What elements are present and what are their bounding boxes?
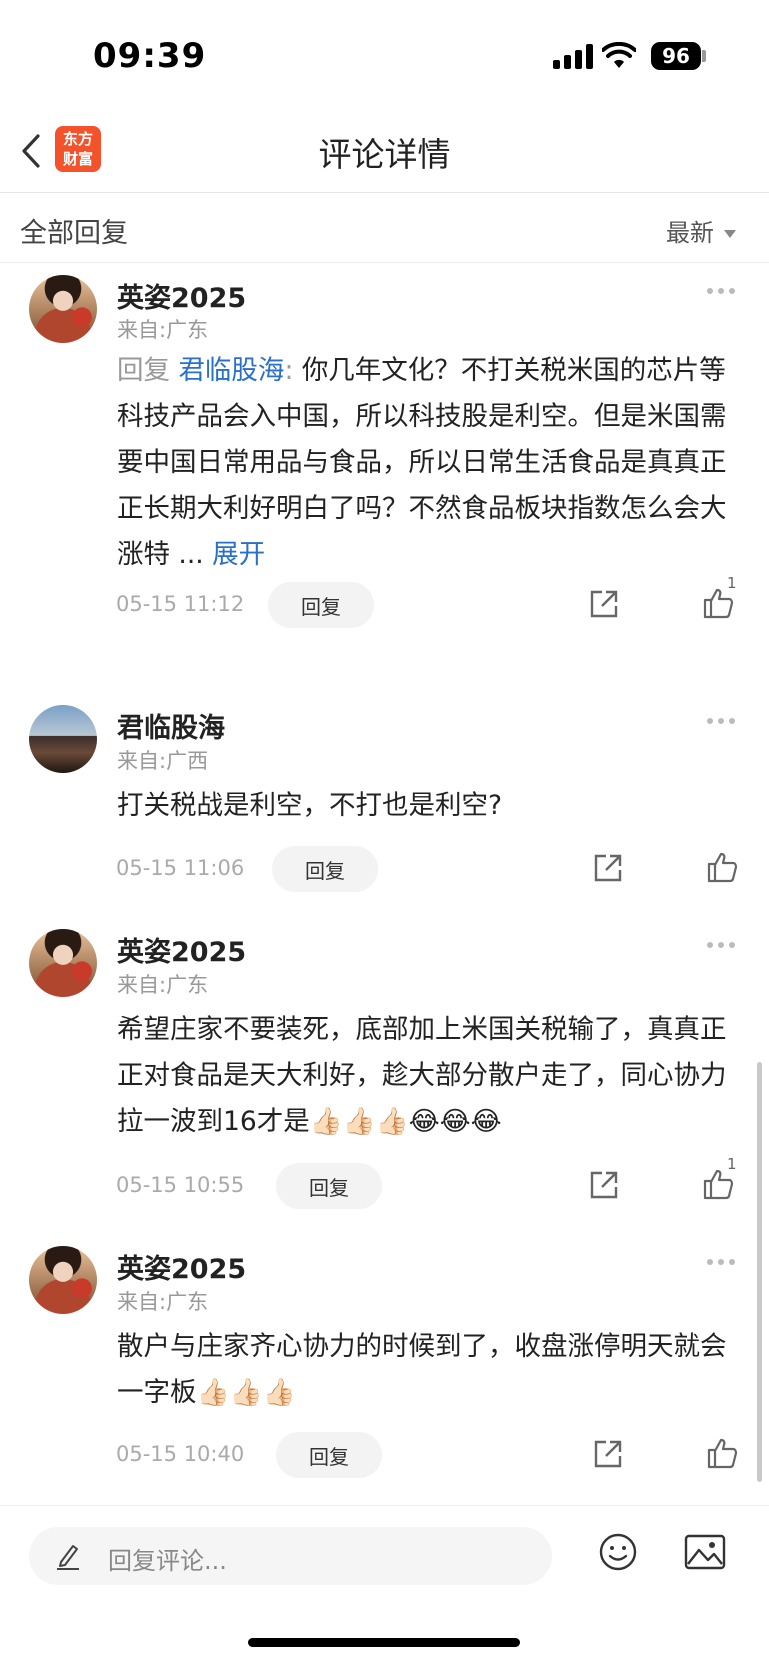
chevron-left-icon[interactable] — [18, 128, 48, 174]
avatar[interactable] — [29, 929, 97, 997]
separator: : — [284, 355, 294, 386]
more-icon[interactable] — [707, 1259, 735, 1265]
sort-label: 最新 — [666, 219, 714, 247]
cellular-signal-icon — [553, 44, 593, 69]
nav-header: 东方 财富 评论详情 — [0, 110, 769, 193]
comment-text: 回复 君临股海: 你几年文化？不打关税米国的芯片等科技产品会入中国，所以科技股是… — [117, 348, 727, 578]
comment-time: 05-15 10:40 — [116, 1442, 245, 1466]
reply-button[interactable]: 回复 — [268, 582, 374, 628]
comment-time: 05-15 10:55 — [116, 1173, 245, 1197]
emoji-icon[interactable] — [598, 1532, 638, 1572]
logo-line2: 财富 — [62, 150, 93, 168]
sort-dropdown[interactable]: 最新 — [666, 213, 736, 248]
avatar[interactable] — [29, 1246, 97, 1314]
comment-body: 你几年文化？不打关税米国的芯片等科技产品会入中国，所以科技股是利空。但是米国需要… — [117, 355, 727, 570]
thumbs-up-icon[interactable] — [705, 850, 739, 884]
wifi-icon — [602, 42, 636, 68]
comment-body: 散户与庄家齐心协力的时候到了，收盘涨停明天就会一字板👍🏻👍🏻👍🏻 — [117, 1331, 727, 1408]
comment-text: 希望庄家不要装死，底部加上米国关税输了，真真正正对食品是天大利好，趁大部分散户走… — [117, 1007, 727, 1145]
like-count: 1 — [727, 1155, 737, 1173]
status-time: 09:39 — [93, 36, 207, 76]
caret-down-icon — [724, 230, 736, 238]
pencil-icon — [57, 1545, 79, 1570]
logo-line1: 东方 — [62, 130, 93, 148]
status-bar: 09:39 96 — [0, 0, 769, 110]
comment-time: 05-15 11:12 — [116, 592, 245, 616]
share-icon[interactable] — [592, 852, 624, 884]
reply-button[interactable]: 回复 — [276, 1163, 382, 1209]
reply-button[interactable]: 回复 — [276, 1432, 382, 1478]
all-replies-label: 全部回复 — [20, 218, 128, 249]
location: 来自:广东 — [117, 318, 209, 342]
reply-input[interactable]: 回复评论... — [29, 1527, 552, 1585]
image-icon[interactable] — [684, 1534, 726, 1570]
page-title: 评论详情 — [318, 135, 451, 174]
location: 来自:广东 — [117, 973, 209, 997]
more-icon[interactable] — [707, 942, 735, 948]
username[interactable]: 英姿2025 — [117, 930, 246, 969]
home-indicator — [248, 1638, 520, 1647]
reply-prefix: 回复 — [117, 355, 170, 386]
expand-link[interactable]: 展开 — [212, 539, 265, 570]
scrollbar[interactable] — [757, 1062, 762, 1482]
reply-button[interactable]: 回复 — [272, 846, 378, 892]
filter-bar: 全部回复 最新 — [0, 193, 769, 263]
comment-body: 希望庄家不要装死，底部加上米国关税输了，真真正正对食品是天大利好，趁大部分散户走… — [117, 1014, 727, 1137]
comment-time: 05-15 11:06 — [116, 856, 245, 880]
more-icon[interactable] — [707, 288, 735, 294]
share-icon[interactable] — [588, 1169, 620, 1201]
like-count: 1 — [727, 574, 737, 592]
share-icon[interactable] — [592, 1438, 624, 1470]
more-icon[interactable] — [707, 718, 735, 724]
battery-icon: 96 — [651, 42, 701, 70]
comment-text: 散户与庄家齐心协力的时候到了，收盘涨停明天就会一字板👍🏻👍🏻👍🏻 — [117, 1324, 727, 1416]
username[interactable]: 英姿2025 — [117, 276, 246, 315]
username[interactable]: 英姿2025 — [117, 1247, 246, 1286]
thumbs-up-icon[interactable] — [705, 1436, 739, 1470]
location: 来自:广东 — [117, 1290, 209, 1314]
battery-tip — [702, 50, 706, 62]
reply-placeholder: 回复评论... — [108, 1547, 227, 1575]
location: 来自:广西 — [117, 749, 209, 773]
username[interactable]: 君临股海 — [117, 706, 225, 745]
mention-link[interactable]: 君临股海 — [178, 355, 284, 386]
share-icon[interactable] — [588, 588, 620, 620]
comment-text: 打关税战是利空，不打也是利空? — [117, 783, 727, 829]
app-logo[interactable]: 东方 财富 — [55, 126, 101, 172]
avatar[interactable] — [29, 275, 97, 343]
avatar[interactable] — [29, 705, 97, 773]
comment-body: 打关税战是利空，不打也是利空? — [117, 790, 503, 821]
